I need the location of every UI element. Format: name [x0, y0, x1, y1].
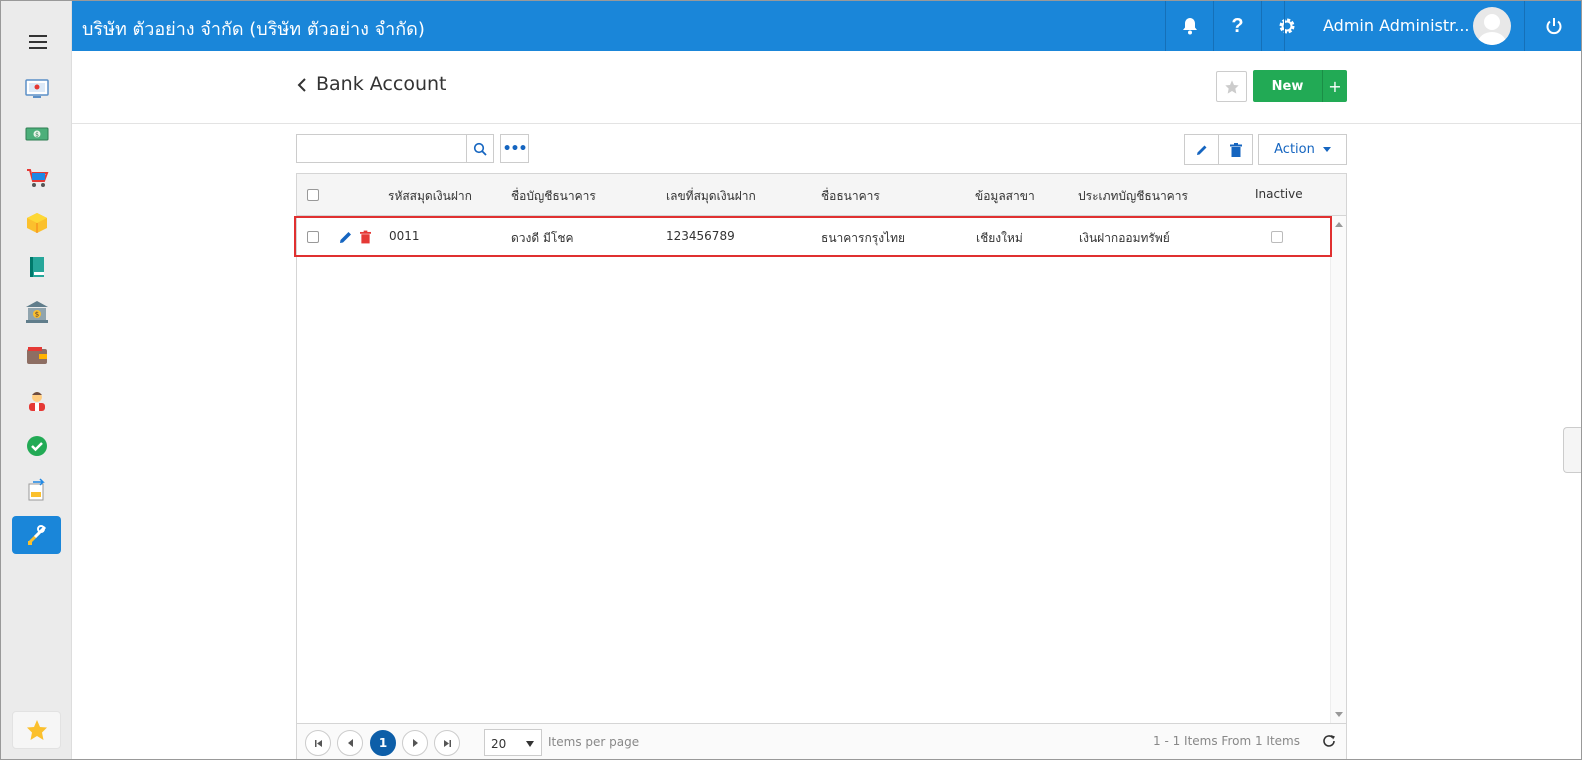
sidebar: $ $	[1, 1, 72, 759]
page-number-button[interactable]: 1	[370, 730, 396, 756]
favorite-button[interactable]	[1216, 71, 1247, 102]
cell-book-no: 123456789	[666, 229, 735, 243]
page-size-label: Items per page	[548, 735, 640, 749]
last-page-icon	[443, 739, 451, 747]
select-all-checkbox[interactable]	[307, 189, 319, 201]
column-header[interactable]: ชื่อบัญชีธนาคาร	[511, 187, 596, 206]
table-row[interactable]: 0011 ดวงดี มีโชค 123456789 ธนาคารกรุงไทย…	[297, 217, 1330, 257]
pager-info: 1 - 1 Items From 1 Items	[1153, 734, 1300, 748]
page-title: Bank Account	[316, 73, 447, 95]
next-icon	[412, 739, 418, 747]
help-icon[interactable]: ?	[1213, 1, 1261, 51]
edit-button[interactable]	[1184, 134, 1219, 165]
column-header[interactable]: รหัสสมุดเงินฝาก	[388, 187, 472, 206]
cell-type: เงินฝากออมทรัพย์	[1079, 231, 1170, 245]
trash-icon	[1229, 142, 1242, 157]
row-checkbox[interactable]	[307, 231, 319, 243]
svg-text:$: $	[35, 132, 39, 139]
last-page-button[interactable]	[434, 730, 460, 756]
pencil-icon	[1196, 145, 1206, 155]
column-header[interactable]: เลขที่สมุดเงินฝาก	[666, 187, 756, 206]
page-size-value: 20	[491, 737, 507, 751]
more-options-button[interactable]: •••	[500, 134, 529, 163]
pencil-icon[interactable]	[339, 230, 353, 244]
page-header: Bank Account New +	[72, 51, 1581, 124]
action-label: Action	[1274, 142, 1315, 157]
page-size-select[interactable]: 20	[484, 729, 542, 756]
menu-icon[interactable]	[29, 35, 47, 49]
cell-code: 0011	[389, 229, 420, 243]
avatar[interactable]	[1473, 7, 1511, 45]
star-icon[interactable]	[12, 711, 61, 749]
dashboard-icon[interactable]	[12, 70, 61, 108]
inactive-checkbox	[1271, 231, 1283, 243]
search-input[interactable]	[296, 134, 466, 163]
column-header[interactable]: ข้อมูลสาขา	[975, 187, 1035, 206]
svg-text:$: $	[34, 311, 38, 319]
first-page-icon	[314, 739, 322, 747]
trash-icon[interactable]	[360, 230, 371, 244]
app-window: $ $ บริษัท ตัวอย่าง จำกัด (บริษัท ตัวอย่…	[0, 0, 1582, 760]
delete-button[interactable]	[1219, 134, 1253, 165]
bank-icon[interactable]: $	[12, 293, 61, 331]
cell-bank: ธนาคารกรุงไทย	[821, 231, 906, 245]
check-icon[interactable]	[12, 427, 61, 465]
column-header[interactable]: ชื่อธนาคาร	[821, 187, 880, 206]
next-page-button[interactable]	[402, 730, 428, 756]
user-name: Admin Administr...	[1323, 16, 1470, 35]
back-icon[interactable]	[295, 75, 311, 95]
column-header[interactable]: ประเภทบัญชีธนาคาร	[1078, 187, 1188, 206]
data-grid: รหัสสมุดเงินฝาก ชื่อบัญชีธนาคาร เลขที่สม…	[296, 173, 1347, 759]
pager: 1 20 Items per page 1 - 1 Items From 1 I…	[297, 723, 1346, 759]
book-icon[interactable]	[12, 248, 61, 286]
company-name: บริษัท ตัวอย่าง จำกัด (บริษัท ตัวอย่าง จ…	[82, 19, 425, 40]
top-bar: บริษัท ตัวอย่าง จำกัด (บริษัท ตัวอย่าง จ…	[72, 1, 1581, 51]
chevron-down-icon	[526, 741, 534, 747]
star-icon	[1224, 79, 1239, 94]
money-icon[interactable]: $	[12, 115, 61, 153]
box-icon[interactable]	[12, 204, 61, 242]
cell-account-name: ดวงดี มีโชค	[511, 231, 574, 245]
grid-header: รหัสสมุดเงินฝาก ชื่อบัญชีธนาคาร เลขที่สม…	[297, 174, 1346, 216]
person-icon[interactable]	[12, 382, 61, 420]
cart-icon[interactable]	[12, 159, 61, 197]
bell-icon[interactable]	[1165, 1, 1213, 51]
vertical-scrollbar[interactable]	[1330, 216, 1346, 723]
scroll-down-icon[interactable]	[1335, 712, 1343, 717]
new-button[interactable]: New	[1253, 70, 1322, 102]
scroll-up-icon[interactable]	[1335, 222, 1343, 227]
transfer-icon[interactable]	[12, 471, 61, 509]
prev-icon	[347, 739, 353, 747]
wallet-icon[interactable]	[12, 337, 61, 375]
tools-icon[interactable]	[12, 516, 61, 554]
action-dropdown[interactable]: Action	[1258, 134, 1347, 165]
column-header[interactable]: Inactive	[1255, 187, 1303, 201]
power-icon[interactable]	[1524, 1, 1581, 51]
side-panel-tab[interactable]	[1563, 427, 1581, 473]
chevron-down-icon	[1322, 147, 1331, 152]
first-page-button[interactable]	[305, 730, 331, 756]
cell-branch: เชียงใหม่	[976, 231, 1023, 245]
new-dropdown-button[interactable]: +	[1322, 70, 1347, 102]
user-menu[interactable]: Admin Administr...	[1284, 1, 1524, 51]
refresh-icon[interactable]	[1322, 734, 1336, 748]
search-icon[interactable]	[466, 134, 494, 163]
prev-page-button[interactable]	[337, 730, 363, 756]
